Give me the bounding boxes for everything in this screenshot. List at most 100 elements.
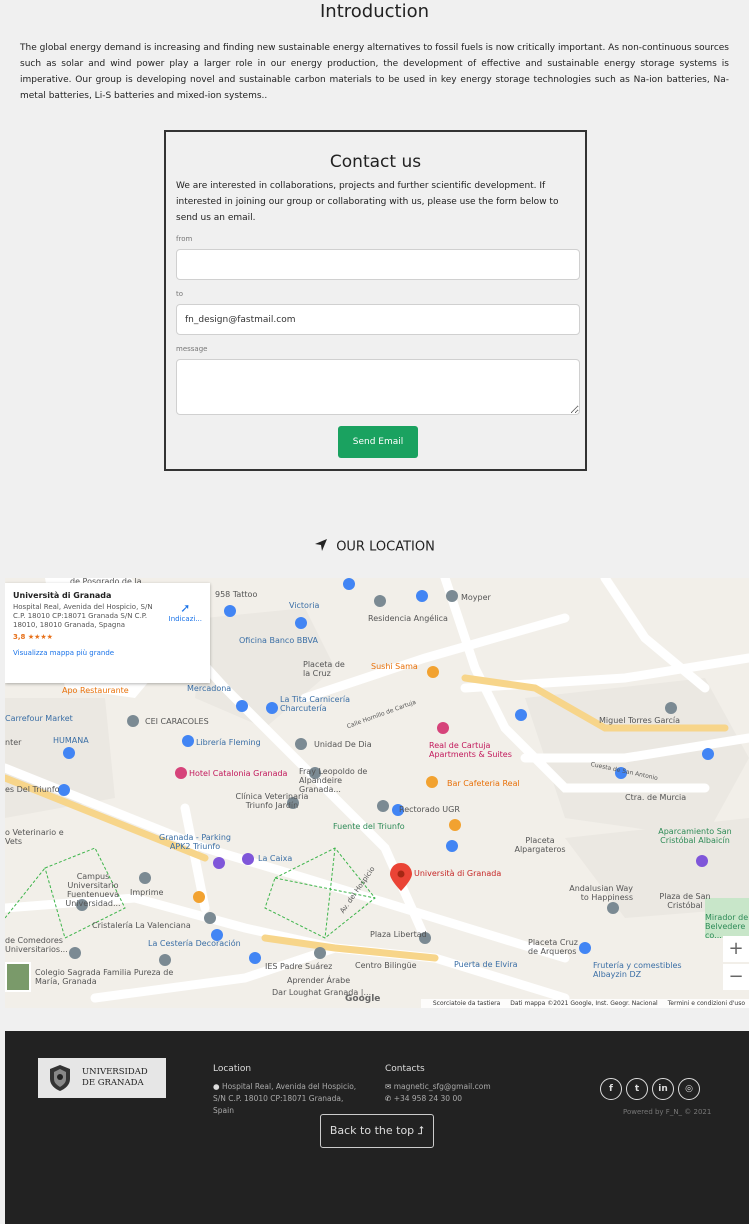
map-label: Centro Bilingüe [355,961,417,970]
terms-link[interactable]: Termini e condizioni d'uso [668,1000,745,1007]
map-label: Placeta Cruz de Arqueros [528,938,578,956]
contact-description: We are interested in collaborations, pro… [176,181,559,223]
map-label: es Del Triunfo [5,785,60,794]
send-email-button[interactable]: Send Email [338,426,418,458]
map-label: Victoria [289,601,320,610]
message-field[interactable] [176,359,580,415]
map-label: La Cestería Decoración [148,939,241,948]
university-name-line2: DE GRANADA [82,1078,144,1088]
university-name-line1: UNIVERSIDAD [82,1067,148,1077]
map-label: Ctra. de Murcia [625,793,687,802]
to-field[interactable] [176,304,580,335]
footer-phone[interactable]: ✆ +34 958 24 30 00 [385,1093,535,1105]
map-label: Frutería y comestibles Albayzin DZ [593,961,682,979]
map-label: Placeta Alpargateros [514,836,566,854]
directions-button[interactable]: ➚ Indicazi... [169,601,202,623]
to-label: to [176,290,184,298]
footer-email-text[interactable]: magnetic_sfg@gmail.com [394,1082,491,1091]
map-label: La Caixa [258,854,293,863]
footer-location: Location ● Hospital Real, Avenida del Ho… [213,1063,363,1117]
map-label: Granada - Parking APK2 Triunfo [159,833,231,851]
footer-phone-text[interactable]: +34 958 24 30 00 [394,1094,462,1103]
place-address: Hospital Real, Avenida del Hospicio, S/N… [13,603,153,629]
map-label: Aprender Árabe [287,976,351,985]
map-label: Unidad De Dia [314,740,372,749]
map-label: Cuesta de San Antonio [590,760,659,783]
powered-by: Powered by F_N_ © 2021 [623,1108,712,1116]
contacts-heading: Contacts [385,1064,425,1074]
google-logo: Google [345,994,381,1004]
envelope-icon: ✉ [385,1082,392,1091]
map-label: Campus Universitario Fuentenueva Univers… [65,872,121,908]
map-label: Fuente del Triunfo [333,822,405,831]
map-label: nter [5,738,22,747]
map-label: de Comedores Universitarios... [5,936,68,954]
directions-label: Indicazi... [168,615,202,623]
phone-icon: ✆ [385,1094,392,1103]
map-label: Hotel Catalonia Granada [189,769,288,778]
twitter-icon[interactable]: t [626,1078,648,1100]
from-label: from [176,235,193,243]
map-label: Librería Fleming [196,738,261,747]
map-attribution: Scorciatoie da tastiera Dati mappa ©2021… [420,999,749,1008]
map-data-text: Dati mappa ©2021 Google, Inst. Geogr. Na… [510,1000,658,1007]
map-label: Plaza de San Cristóbal [659,892,711,910]
location-heading: OUR LOCATION [0,538,749,556]
map-label: Fray Leopoldo de Alpandeire Granada... [299,767,368,794]
map-label: IES Padre Suárez [265,962,333,971]
footer-address-text: Hospital Real, Avenida del Hospicio, S/N… [213,1082,357,1115]
from-field[interactable] [176,249,580,280]
map[interactable]: de Posgrado de la... 958 Tattoo Victoria… [5,578,749,1008]
place-name: Università di Granada [13,591,112,600]
map-label: Placeta de la Cruz [303,660,345,678]
map-label: Mercadona [187,684,232,693]
map-label: Clínica Veterinaria Triunfo Jardín [235,792,309,810]
map-label: Imprime [130,888,164,897]
university-logo[interactable]: UNIVERSIDAD DE GRANADA [38,1058,166,1098]
map-info-card: Università di Granada Hospital Real, Ave… [5,583,210,683]
map-label: Bar Cafeteria Real [447,779,520,788]
map-label: Oficina Banco BBVA [239,636,318,645]
map-satellite-toggle[interactable] [5,962,31,992]
location-title: OUR LOCATION [336,539,435,555]
star-icon: ★★★★ [27,633,53,641]
zoom-out-button[interactable]: − [723,964,749,990]
crest-icon [50,1065,70,1091]
map-label: Apo Restaurante [62,686,129,695]
linkedin-icon[interactable]: in [652,1078,674,1100]
map-label: Moyper [461,593,491,602]
university-name: UNIVERSIDAD DE GRANADA [82,1067,148,1089]
map-label: Plaza Libertad [370,930,427,939]
keyboard-shortcuts-link[interactable]: Scorciatoie da tastiera [433,1000,500,1007]
footer-address: ● Hospital Real, Avenida del Hospicio, S… [213,1081,363,1117]
map-label: Miguel Torres García [599,716,681,725]
location-heading-footer: Location [213,1064,252,1074]
directions-icon: ➚ [180,601,191,615]
map-label: Carrefour Market [5,714,73,723]
contact-title: Contact us [329,152,422,172]
back-to-top-button[interactable]: Back to the top ⮥ [320,1114,434,1148]
message-label: message [176,345,208,353]
facebook-icon[interactable]: f [600,1078,622,1100]
instagram-icon[interactable]: ◎ [678,1078,700,1100]
intro-text: The global energy demand is increasing a… [20,43,729,101]
footer-email[interactable]: ✉ magnetic_sfg@gmail.com [385,1081,535,1093]
map-label: 958 Tattoo [215,590,258,599]
bigger-map-link[interactable]: Visualizza mappa più grande [13,649,202,657]
contact-form: Contact us We are interested in collabor… [164,130,587,471]
map-pin-icon: ● [213,1082,220,1091]
map-label: Università di Granada [414,869,502,878]
place-rating: 3,8 ★★★★ [13,633,202,641]
map-label: Residencia Angélica [368,614,448,623]
map-label: Colegio Sagrada Familia Pureza de María,… [35,968,174,986]
footer-contacts: Contacts ✉ magnetic_sfg@gmail.com ✆ +34 … [385,1063,535,1105]
footer: UNIVERSIDAD DE GRANADA Location ● Hospit… [5,1031,749,1224]
map-label: Cristalería La Valenciana [92,921,191,930]
map-label: Aparcamiento San Cristóbal Albaicín [658,827,732,845]
social-links: f t in ◎ [600,1076,704,1100]
zoom-in-button[interactable]: + [723,936,749,962]
map-label: La Tita Carnicería Charcutería [280,695,351,713]
rating-value: 3,8 [13,633,26,641]
map-label: o Veterinario e Vets [5,828,64,846]
map-label: Real de Cartuja Apartments & Suites [429,741,512,759]
